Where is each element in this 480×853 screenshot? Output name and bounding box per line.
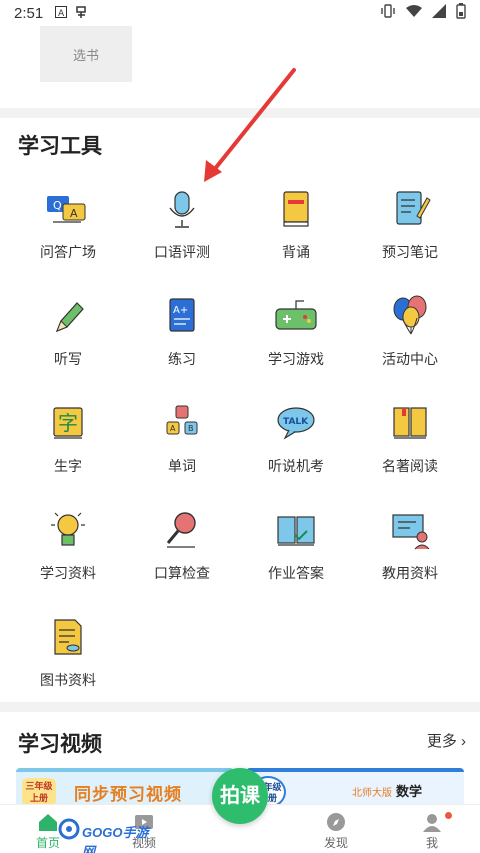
gamepad-icon bbox=[275, 300, 317, 330]
more-label: 更多 bbox=[426, 733, 457, 750]
tool-label: 名著阅读 bbox=[382, 458, 438, 474]
tool-recite[interactable]: 背诵 bbox=[241, 186, 351, 270]
watermark-logo-icon bbox=[58, 818, 80, 840]
battery-icon bbox=[456, 3, 466, 23]
book-select-card: 选书 bbox=[0, 26, 480, 108]
microphone-icon bbox=[169, 191, 195, 228]
tool-preview-notes[interactable]: 预习笔记 bbox=[355, 186, 465, 270]
notebook-icon bbox=[396, 191, 431, 225]
svg-text:Q: Q bbox=[53, 199, 62, 212]
center-button-label: 拍课 bbox=[220, 785, 260, 807]
notification-a-icon: A bbox=[55, 5, 68, 21]
tool-homework-answers[interactable]: 作业答案 bbox=[241, 507, 351, 591]
status-bar: 2:51 A bbox=[0, 0, 480, 26]
tab-me[interactable]: 我 bbox=[392, 811, 472, 851]
chevron-right-icon: › bbox=[461, 733, 466, 750]
video-banner-math[interactable]: 四年级上册 北师大版 数学 bbox=[246, 768, 464, 808]
document-icon bbox=[54, 619, 82, 655]
notification-dot bbox=[445, 812, 452, 819]
select-book-button[interactable]: 选书 bbox=[40, 26, 132, 82]
tool-words[interactable]: A B 单词 bbox=[127, 400, 237, 484]
status-time: 2:51 bbox=[14, 4, 44, 22]
tool-label: 作业答案 bbox=[268, 565, 324, 581]
tool-label: 背诵 bbox=[282, 244, 310, 260]
edition-label: 北师大版 bbox=[352, 788, 392, 799]
book-icon bbox=[283, 191, 309, 227]
pencil-icon bbox=[55, 302, 84, 333]
more-videos-link[interactable]: 更多 › bbox=[427, 730, 466, 751]
vibrate-icon bbox=[380, 4, 396, 22]
svg-text:A: A bbox=[70, 207, 78, 220]
banner-title: 同步预习视频 bbox=[74, 785, 182, 804]
tool-label: 学习资料 bbox=[40, 565, 96, 581]
center-capture-button[interactable]: 拍课 bbox=[212, 768, 268, 824]
tool-label: 口算检查 bbox=[154, 565, 210, 581]
tool-activity-center[interactable]: 活动中心 bbox=[355, 293, 465, 377]
study-tools-title: 学习工具 bbox=[18, 135, 102, 158]
tool-label: 图书资料 bbox=[40, 672, 96, 688]
answer-book-icon bbox=[277, 516, 315, 546]
tool-label: 活动中心 bbox=[382, 351, 438, 367]
tool-label: 练习 bbox=[168, 351, 196, 367]
tool-label: 听说机考 bbox=[268, 458, 324, 474]
svg-text:TALK: TALK bbox=[283, 417, 309, 427]
svg-text:A: A bbox=[58, 9, 65, 18]
exercise-paper-icon: A+ bbox=[169, 298, 195, 332]
tool-label: 预习笔记 bbox=[382, 244, 438, 260]
watermark-text: GOGO手游网 bbox=[82, 825, 149, 853]
tool-new-characters[interactable]: 字 生字 bbox=[13, 400, 123, 484]
study-videos-title: 学习视频 bbox=[18, 733, 102, 756]
svg-text:A: A bbox=[170, 424, 176, 433]
signal-icon bbox=[432, 4, 446, 22]
lightbulb-icon bbox=[51, 512, 85, 546]
tool-practice[interactable]: A+ 练习 bbox=[127, 293, 237, 377]
talk-bubble-icon: TALK bbox=[277, 407, 315, 440]
tool-oral-evaluation[interactable]: 口语评测 bbox=[127, 186, 237, 270]
tab-me-label: 我 bbox=[425, 836, 438, 850]
tool-label: 教用资料 bbox=[382, 565, 438, 581]
select-book-label: 选书 bbox=[72, 47, 99, 63]
teacher-board-icon bbox=[392, 514, 430, 550]
tool-listening-speaking-test[interactable]: TALK 听说机考 bbox=[241, 400, 351, 484]
video-banner-preview[interactable]: 三年级上册 同步预习视频 bbox=[16, 768, 234, 808]
tool-label: 口语评测 bbox=[154, 244, 210, 260]
tool-label: 问答广场 bbox=[40, 244, 96, 260]
tab-discover-label: 发现 bbox=[323, 836, 348, 850]
svg-text:字: 字 bbox=[58, 411, 78, 435]
tool-mental-math-check[interactable]: 口算检查 bbox=[127, 507, 237, 591]
svg-text:A+: A+ bbox=[173, 305, 188, 316]
qa-chat-icon: Q A bbox=[47, 196, 86, 223]
home-icon bbox=[39, 814, 57, 831]
tool-study-games[interactable]: 学习游戏 bbox=[241, 293, 351, 377]
grade-tag: 三年级上册 bbox=[22, 778, 56, 806]
compass-icon bbox=[327, 813, 345, 831]
study-tools-section: 学习工具 Q A 问答广场 口语评测 背诵 预习笔记 听写 A+ 练习 学习游戏… bbox=[0, 118, 480, 702]
open-book-icon bbox=[393, 407, 427, 439]
app-notification-icon bbox=[75, 5, 91, 22]
tool-qa-square[interactable]: Q A 问答广场 bbox=[13, 186, 123, 270]
magnifier-icon bbox=[166, 512, 196, 548]
tool-label: 单词 bbox=[168, 458, 196, 474]
tab-discover[interactable]: 发现 bbox=[296, 811, 376, 851]
tool-label: 生字 bbox=[54, 458, 82, 474]
character-card-icon: 字 bbox=[53, 407, 83, 439]
tool-dictation[interactable]: 听写 bbox=[13, 293, 123, 377]
subject-label: 数学 bbox=[396, 784, 423, 799]
wifi-icon bbox=[406, 4, 422, 22]
tool-classics-reading[interactable]: 名著阅读 bbox=[355, 400, 465, 484]
tool-teaching-materials[interactable]: 教用资料 bbox=[355, 507, 465, 591]
letter-blocks-icon: A B bbox=[166, 405, 198, 435]
svg-text:B: B bbox=[188, 424, 194, 433]
user-icon bbox=[423, 814, 441, 832]
watermark: GOGO手游网 bbox=[58, 818, 158, 853]
tool-label: 听写 bbox=[54, 351, 82, 367]
balloons-icon bbox=[393, 295, 427, 335]
tool-study-materials[interactable]: 学习资料 bbox=[13, 507, 123, 591]
tool-book-materials[interactable]: 图书资料 bbox=[13, 614, 123, 698]
tool-label: 学习游戏 bbox=[268, 351, 324, 367]
